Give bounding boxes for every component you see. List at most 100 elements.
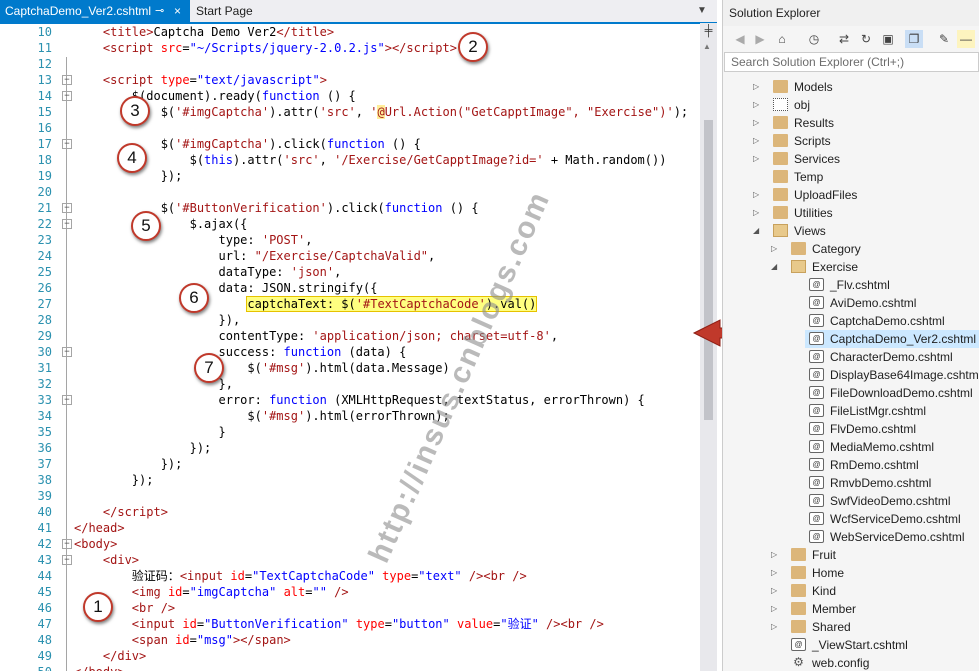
- code-line[interactable]: 28 }),: [0, 312, 700, 328]
- collapsed-arrow-icon[interactable]: ▷: [753, 150, 763, 168]
- code-line[interactable]: 12: [0, 56, 700, 72]
- show-all-icon[interactable]: ❐: [905, 30, 923, 48]
- fold-toggle-icon[interactable]: −: [62, 219, 72, 229]
- collapsed-arrow-icon[interactable]: ▷: [753, 96, 763, 114]
- chevron-down-icon[interactable]: ▼: [694, 3, 710, 19]
- tree-node-utilities[interactable]: ▷ Utilities: [723, 204, 979, 222]
- code-line[interactable]: 18 $(this).attr('src', '/Exercise/GetCap…: [0, 152, 700, 168]
- code-line[interactable]: 11 <script src="~/Scripts/jquery-2.0.2.j…: [0, 40, 700, 56]
- fold-toggle-icon[interactable]: −: [62, 203, 72, 213]
- tree-node-exercise[interactable]: ◢ Exercise: [723, 258, 979, 276]
- split-icon[interactable]: ╪: [702, 25, 715, 37]
- tree-node-mediamemo-cshtml[interactable]: @ MediaMemo.cshtml: [723, 438, 979, 456]
- tree-node-obj[interactable]: ▷ obj: [723, 96, 979, 114]
- collapsed-arrow-icon[interactable]: ▷: [753, 204, 763, 222]
- collapsed-arrow-icon[interactable]: ▷: [753, 78, 763, 96]
- code-line[interactable]: 13− <script type="text/javascript">: [0, 72, 700, 88]
- history-icon[interactable]: ◷: [805, 30, 823, 48]
- code-line[interactable]: 25 dataType: 'json',: [0, 264, 700, 280]
- code-line[interactable]: 38 });: [0, 472, 700, 488]
- fold-toggle-icon[interactable]: −: [62, 539, 72, 549]
- collapsed-arrow-icon[interactable]: ▷: [771, 618, 781, 636]
- tree-node-rmvbdemo-cshtml[interactable]: @ RmvbDemo.cshtml: [723, 474, 979, 492]
- code-line[interactable]: 44 验证码：<input id="TextCaptchaCode" type=…: [0, 568, 700, 584]
- fold-toggle-icon[interactable]: −: [62, 75, 72, 85]
- pin-icon[interactable]: —: [957, 30, 975, 48]
- tree-node-displaybase64image-cshtml[interactable]: @ DisplayBase64Image.cshtml: [723, 366, 979, 384]
- tree-node-shared[interactable]: ▷ Shared: [723, 618, 979, 636]
- tree-node-viewstart-cshtml[interactable]: @ _ViewStart.cshtml: [723, 636, 979, 654]
- code-line[interactable]: 19 });: [0, 168, 700, 184]
- code-line[interactable]: 40 </script>: [0, 504, 700, 520]
- code-line[interactable]: 41 </head>: [0, 520, 700, 536]
- tree-node-member[interactable]: ▷ Member: [723, 600, 979, 618]
- tree-node-home[interactable]: ▷ Home: [723, 564, 979, 582]
- tree-node-filedownloaddemo-cshtml[interactable]: @ FileDownloadDemo.cshtml: [723, 384, 979, 402]
- pin-icon[interactable]: ⊸: [155, 0, 164, 22]
- collapsed-arrow-icon[interactable]: ▷: [771, 546, 781, 564]
- code-line[interactable]: 43− <div>: [0, 552, 700, 568]
- code-line[interactable]: 30− success: function (data) {: [0, 344, 700, 360]
- fold-toggle-icon[interactable]: −: [62, 91, 72, 101]
- code-line[interactable]: 32 },: [0, 376, 700, 392]
- tree-node-scripts[interactable]: ▷ Scripts: [723, 132, 979, 150]
- code-line[interactable]: 14− $(document).ready(function () {: [0, 88, 700, 104]
- tree-node-filelistmgr-cshtml[interactable]: @ FileListMgr.cshtml: [723, 402, 979, 420]
- fold-toggle-icon[interactable]: −: [62, 347, 72, 357]
- tree-node-temp[interactable]: Temp: [723, 168, 979, 186]
- fold-toggle-icon[interactable]: −: [62, 555, 72, 565]
- code-line[interactable]: 29 contentType: 'application/json; chars…: [0, 328, 700, 344]
- code-line[interactable]: 31 $('#msg').html(data.Message): [0, 360, 700, 376]
- code-line[interactable]: 49 </div>: [0, 648, 700, 664]
- collapsed-arrow-icon[interactable]: ▷: [753, 114, 763, 132]
- tree-node-kind[interactable]: ▷ Kind: [723, 582, 979, 600]
- tree-node-rmdemo-cshtml[interactable]: @ RmDemo.cshtml: [723, 456, 979, 474]
- code-editor[interactable]: CaptchaDemo_Ver2.cshtml ⊸ × Start Page ▼…: [0, 0, 717, 671]
- refresh-icon[interactable]: ↻: [857, 30, 875, 48]
- code-line[interactable]: 34 $('#msg').html(errorThrown);: [0, 408, 700, 424]
- tree-node-flv-cshtml[interactable]: @ _Flv.cshtml: [723, 276, 979, 294]
- tree-node-services[interactable]: ▷ Services: [723, 150, 979, 168]
- sync-icon[interactable]: ⇄: [835, 30, 853, 48]
- code-line[interactable]: 39: [0, 488, 700, 504]
- expanded-arrow-icon[interactable]: ◢: [771, 258, 781, 276]
- fold-toggle-icon[interactable]: −: [62, 139, 72, 149]
- code-line[interactable]: 21− $('#ButtonVerification').click(funct…: [0, 200, 700, 216]
- collapsed-arrow-icon[interactable]: ▷: [771, 582, 781, 600]
- tree-node-web-config[interactable]: ⚙ web.config: [723, 654, 979, 672]
- expanded-arrow-icon[interactable]: ◢: [753, 222, 763, 240]
- code-line[interactable]: 27 captchaText: $('#TextCaptchaCode').va…: [0, 296, 700, 312]
- collapsed-arrow-icon[interactable]: ▷: [771, 600, 781, 618]
- code-line[interactable]: 22− $.ajax({: [0, 216, 700, 232]
- tree-node-characterdemo-cshtml[interactable]: @ CharacterDemo.cshtml: [723, 348, 979, 366]
- code-line[interactable]: 42− <body>: [0, 536, 700, 552]
- code-line[interactable]: 17− $('#imgCaptcha').click(function () {: [0, 136, 700, 152]
- collapsed-arrow-icon[interactable]: ▷: [753, 186, 763, 204]
- tree-node-fruit[interactable]: ▷ Fruit: [723, 546, 979, 564]
- collapsed-arrow-icon[interactable]: ▷: [771, 240, 781, 258]
- back-icon[interactable]: ◀: [731, 30, 749, 48]
- tree-node-avidemo-cshtml[interactable]: @ AviDemo.cshtml: [723, 294, 979, 312]
- code-line[interactable]: 26 data: JSON.stringify({: [0, 280, 700, 296]
- forward-icon[interactable]: ▶: [751, 30, 769, 48]
- collapsed-arrow-icon[interactable]: ▷: [771, 564, 781, 582]
- code-line[interactable]: 23 type: 'POST',: [0, 232, 700, 248]
- code-line[interactable]: 24 url: "/Exercise/CaptchaValid",: [0, 248, 700, 264]
- tree-node-swfvideodemo-cshtml[interactable]: @ SwfVideoDemo.cshtml: [723, 492, 979, 510]
- tree-node-views[interactable]: ◢ Views: [723, 222, 979, 240]
- code-line[interactable]: 20: [0, 184, 700, 200]
- tree-node-webservicedemo-cshtml[interactable]: @ WebServiceDemo.cshtml: [723, 528, 979, 546]
- tab-start-page[interactable]: Start Page: [190, 0, 270, 22]
- tree-node-models[interactable]: ▷ Models: [723, 78, 979, 96]
- code-line[interactable]: 36 });: [0, 440, 700, 456]
- scrollbar-thumb[interactable]: [704, 120, 713, 420]
- tree-node-captchademo-cshtml[interactable]: @ CaptchaDemo.cshtml: [723, 312, 979, 330]
- tree-node-results[interactable]: ▷ Results: [723, 114, 979, 132]
- home-icon[interactable]: ⌂: [773, 30, 791, 48]
- properties-icon[interactable]: ✎: [935, 30, 953, 48]
- collapse-icon[interactable]: ▣: [879, 30, 897, 48]
- search-input[interactable]: Search Solution Explorer (Ctrl+;): [724, 52, 979, 72]
- code-line[interactable]: 10 <title>Captcha Demo Ver2</title>: [0, 24, 700, 40]
- tree-node-flvdemo-cshtml[interactable]: @ FlvDemo.cshtml: [723, 420, 979, 438]
- code-line[interactable]: 16: [0, 120, 700, 136]
